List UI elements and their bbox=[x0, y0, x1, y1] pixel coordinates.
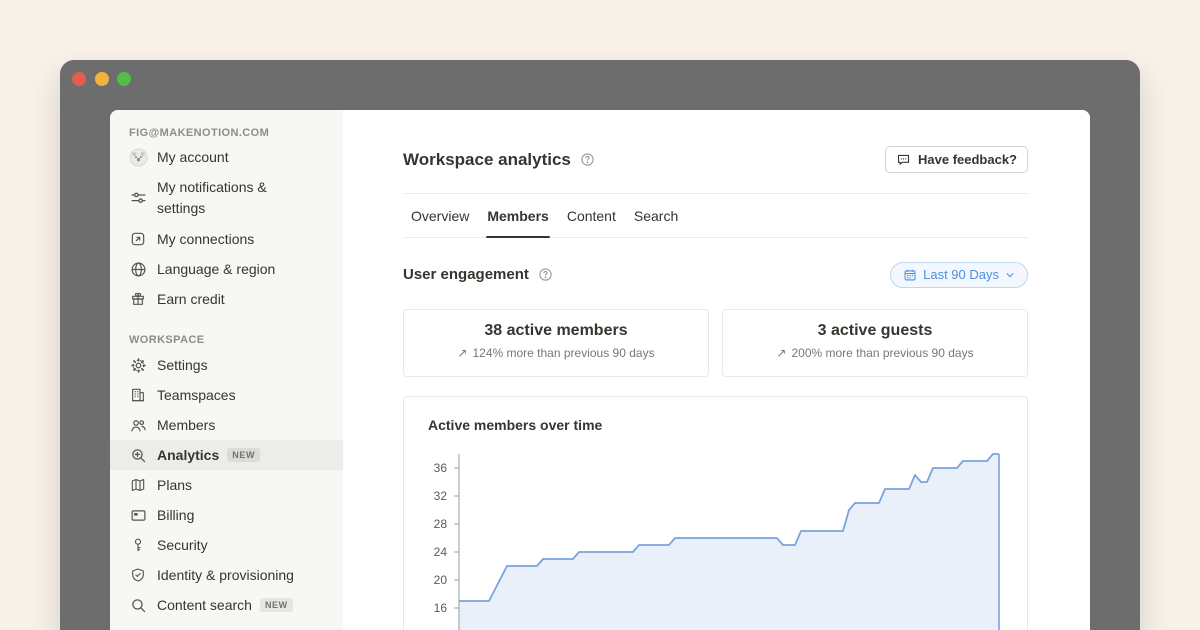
map-icon bbox=[128, 475, 148, 495]
active-guests-stat-card: 3 active guests ↗ 200% more than previou… bbox=[722, 309, 1028, 377]
sidebar-item-label: Billing bbox=[157, 507, 194, 523]
y-tick-label: 20 bbox=[404, 573, 447, 587]
sidebar-item-identity-provisioning[interactable]: Identity & provisioning bbox=[110, 560, 343, 590]
sidebar-item-analytics[interactable]: Analytics NEW bbox=[110, 440, 343, 470]
y-tick-label: 32 bbox=[404, 489, 447, 503]
workspace-analytics-page: Workspace analytics Have feedback? Overv bbox=[343, 110, 1090, 630]
settings-panel: FIG@MAKENOTION.COM My account My notific… bbox=[110, 110, 1090, 630]
zoom-button[interactable] bbox=[117, 72, 131, 86]
workspace-section-heading: WORKSPACE bbox=[110, 330, 343, 350]
speech-bubble-icon bbox=[896, 152, 911, 167]
shield-check-icon bbox=[128, 565, 148, 585]
magnifier-icon bbox=[128, 595, 148, 615]
credit-card-icon bbox=[128, 505, 148, 525]
active-members-delta: 124% more than previous 90 days bbox=[472, 346, 654, 360]
trend-up-icon: ↗ bbox=[457, 346, 467, 360]
active-members-value: 38 active members bbox=[484, 322, 627, 340]
date-range-label: Last 90 Days bbox=[923, 267, 999, 282]
sidebar-item-label: Settings bbox=[157, 357, 208, 373]
sidebar-item-label: Identity & provisioning bbox=[157, 567, 294, 583]
account-email-heading: FIG@MAKENOTION.COM bbox=[110, 124, 343, 142]
date-range-filter[interactable]: Last 90 Days bbox=[890, 262, 1028, 288]
active-members-chart-card: Active members over time 16 20 24 28 32 36 bbox=[403, 396, 1028, 630]
minimize-button[interactable] bbox=[95, 72, 109, 86]
sidebar-item-label: Security bbox=[157, 537, 208, 553]
gear-icon bbox=[128, 355, 148, 375]
sidebar-item-my-account[interactable]: My account bbox=[110, 142, 343, 172]
y-tick-label: 16 bbox=[404, 601, 447, 615]
page-title: Workspace analytics bbox=[403, 150, 571, 170]
trend-up-icon: ↗ bbox=[776, 346, 786, 360]
active-members-chart-plot bbox=[449, 447, 1009, 630]
y-tick-label: 36 bbox=[404, 461, 447, 475]
tab-content[interactable]: Content bbox=[566, 194, 617, 237]
sidebar-item-label: My connections bbox=[157, 231, 254, 247]
have-feedback-label: Have feedback? bbox=[918, 152, 1017, 167]
avatar bbox=[128, 147, 148, 167]
close-button[interactable] bbox=[72, 72, 86, 86]
new-badge: NEW bbox=[227, 448, 260, 462]
sidebar-item-settings[interactable]: Settings bbox=[110, 350, 343, 380]
key-icon bbox=[128, 535, 148, 555]
sliders-icon bbox=[128, 188, 148, 208]
sidebar-item-earn-credit[interactable]: Earn credit bbox=[110, 284, 343, 314]
arrow-square-icon bbox=[128, 229, 148, 249]
chevron-down-icon bbox=[1005, 270, 1015, 280]
sidebar-item-label: My notifications & settings bbox=[157, 177, 287, 219]
calendar-icon bbox=[903, 268, 917, 282]
analytics-tabs: Overview Members Content Search bbox=[403, 194, 1028, 238]
globe-icon bbox=[128, 259, 148, 279]
sidebar-item-label: My account bbox=[157, 149, 229, 165]
new-badge: NEW bbox=[260, 598, 293, 612]
tab-search[interactable]: Search bbox=[633, 194, 679, 237]
sidebar-item-label: Plans bbox=[157, 477, 192, 493]
help-icon[interactable] bbox=[538, 267, 553, 282]
active-guests-value: 3 active guests bbox=[818, 322, 933, 340]
sidebar-item-my-notifications-settings[interactable]: My notifications & settings bbox=[110, 172, 343, 224]
chart-title: Active members over time bbox=[428, 417, 602, 433]
tab-members[interactable]: Members bbox=[486, 194, 549, 237]
gift-icon bbox=[128, 289, 148, 309]
app-window: FIG@MAKENOTION.COM My account My notific… bbox=[60, 60, 1140, 630]
sidebar-item-label: Members bbox=[157, 417, 215, 433]
active-guests-delta: 200% more than previous 90 days bbox=[791, 346, 973, 360]
sidebar-item-label: Content search bbox=[157, 597, 252, 613]
stat-cards-row: 38 active members ↗ 124% more than previ… bbox=[403, 309, 1028, 377]
section-title-user-engagement: User engagement bbox=[403, 266, 529, 283]
magnifier-plus-icon bbox=[128, 445, 148, 465]
screenshot-stage: FIG@MAKENOTION.COM My account My notific… bbox=[0, 0, 1200, 630]
sidebar-item-billing[interactable]: Billing bbox=[110, 500, 343, 530]
sidebar-item-my-connections[interactable]: My connections bbox=[110, 224, 343, 254]
sidebar-item-content-search[interactable]: Content search NEW bbox=[110, 590, 343, 620]
building-icon bbox=[128, 385, 148, 405]
tab-overview[interactable]: Overview bbox=[410, 194, 470, 237]
active-members-stat-card: 38 active members ↗ 124% more than previ… bbox=[403, 309, 709, 377]
y-tick-label: 28 bbox=[404, 517, 447, 531]
sidebar-item-label: Language & region bbox=[157, 261, 275, 277]
settings-sidebar: FIG@MAKENOTION.COM My account My notific… bbox=[110, 110, 343, 630]
sidebar-item-plans[interactable]: Plans bbox=[110, 470, 343, 500]
have-feedback-button[interactable]: Have feedback? bbox=[885, 146, 1028, 173]
y-tick-label: 24 bbox=[404, 545, 447, 559]
sidebar-item-members[interactable]: Members bbox=[110, 410, 343, 440]
people-icon bbox=[128, 415, 148, 435]
sidebar-item-label: Analytics bbox=[157, 447, 219, 463]
sidebar-item-label: Teamspaces bbox=[157, 387, 236, 403]
help-icon[interactable] bbox=[580, 152, 595, 167]
sidebar-item-language-region[interactable]: Language & region bbox=[110, 254, 343, 284]
sidebar-item-security[interactable]: Security bbox=[110, 530, 343, 560]
sidebar-item-teamspaces[interactable]: Teamspaces bbox=[110, 380, 343, 410]
sidebar-item-label: Earn credit bbox=[157, 291, 225, 307]
